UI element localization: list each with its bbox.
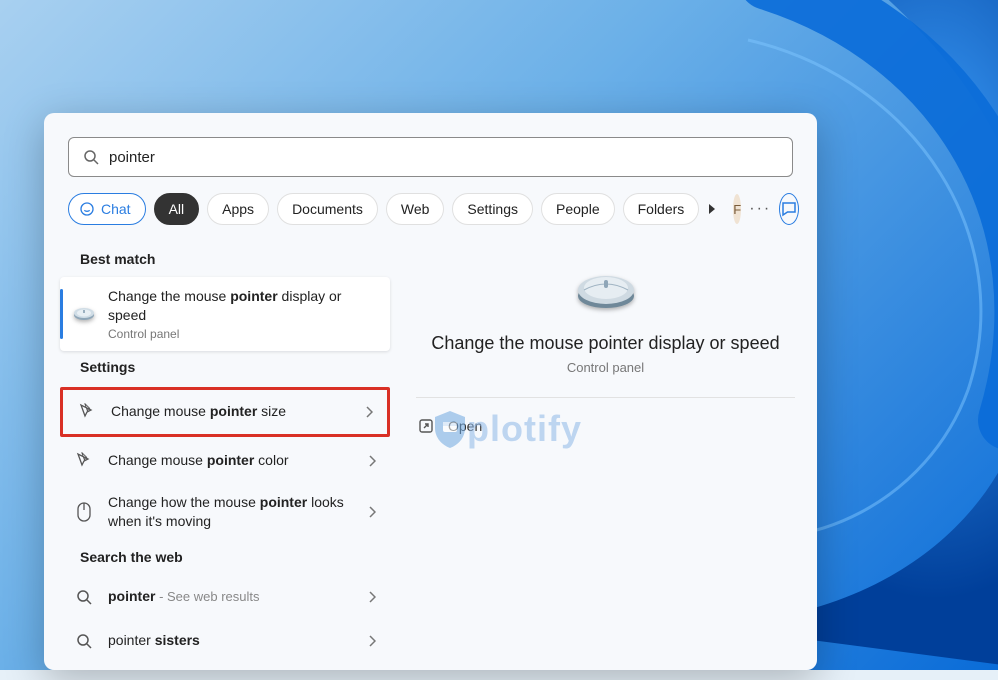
chevron-right-icon [368,455,376,467]
result-pointer-size[interactable]: Change mouse pointer size [63,390,387,434]
result-subtitle: Control panel [108,327,376,341]
filter-tab-folders[interactable]: Folders [623,193,700,225]
preview-mouse-icon [571,265,641,315]
highlight-annotation: Change mouse pointer size [60,387,390,437]
search-icon [83,149,99,165]
filter-tab-apps[interactable]: Apps [207,193,269,225]
filter-tab-web[interactable]: Web [386,193,445,225]
search-bar[interactable] [68,137,793,177]
filter-chat[interactable]: Chat [68,193,146,225]
windows-search-panel: Chat All Apps Documents Web Settings Peo… [44,113,817,670]
preview-subtitle: Control panel [567,360,644,375]
filter-chat-label: Chat [101,201,131,217]
result-best-match[interactable]: Change the mouse pointer display or spee… [60,277,390,351]
mouse-device-icon [72,500,96,524]
result-title: Change how the mouse pointer looks when … [108,493,356,531]
result-title: Change the mouse pointer display or spee… [108,287,376,325]
search-icon [72,585,96,609]
filter-tab-all[interactable]: All [154,193,200,225]
results-list: Best match Change the mouse pointer disp… [44,235,394,670]
filter-tab-documents[interactable]: Documents [277,193,378,225]
result-web-0[interactable]: pointer - See web results [60,575,390,619]
filter-tab-settings[interactable]: Settings [452,193,533,225]
pointer-icon [75,400,99,424]
more-options-button[interactable]: ··· [749,200,771,218]
pointer-icon [72,449,96,473]
result-web-1[interactable]: pointer sisters [60,619,390,663]
chevron-right-icon [368,591,376,603]
search-filters: Chat All Apps Documents Web Settings Peo… [44,177,817,235]
preview-pane: Change the mouse pointer display or spee… [394,235,817,670]
preview-title: Change the mouse pointer display or spee… [431,333,779,354]
section-best-match: Best match [60,243,390,277]
mouse-icon [72,302,96,326]
section-settings: Settings [60,351,390,385]
chevron-right-icon [368,635,376,647]
result-title: Change mouse pointer color [108,451,356,470]
result-pointer-color[interactable]: Change mouse pointer color [60,439,390,483]
filter-tab-people[interactable]: People [541,193,615,225]
search-icon [72,629,96,653]
user-avatar[interactable]: F [733,194,741,224]
search-input[interactable] [109,149,778,166]
result-title: pointer sisters [108,631,356,650]
open-button[interactable]: Open [416,412,484,440]
open-icon [418,418,434,434]
chevron-right-icon [368,506,376,518]
result-pointer-moving[interactable]: Change how the mouse pointer looks when … [60,483,390,541]
chevron-right-icon [365,406,373,418]
section-web: Search the web [60,541,390,575]
result-title: pointer - See web results [108,587,356,606]
open-label: Open [448,418,482,434]
bing-chat-button[interactable] [779,193,799,225]
filter-scroll-right[interactable] [707,197,717,221]
result-title: Change mouse pointer size [111,402,353,421]
divider [416,397,795,398]
